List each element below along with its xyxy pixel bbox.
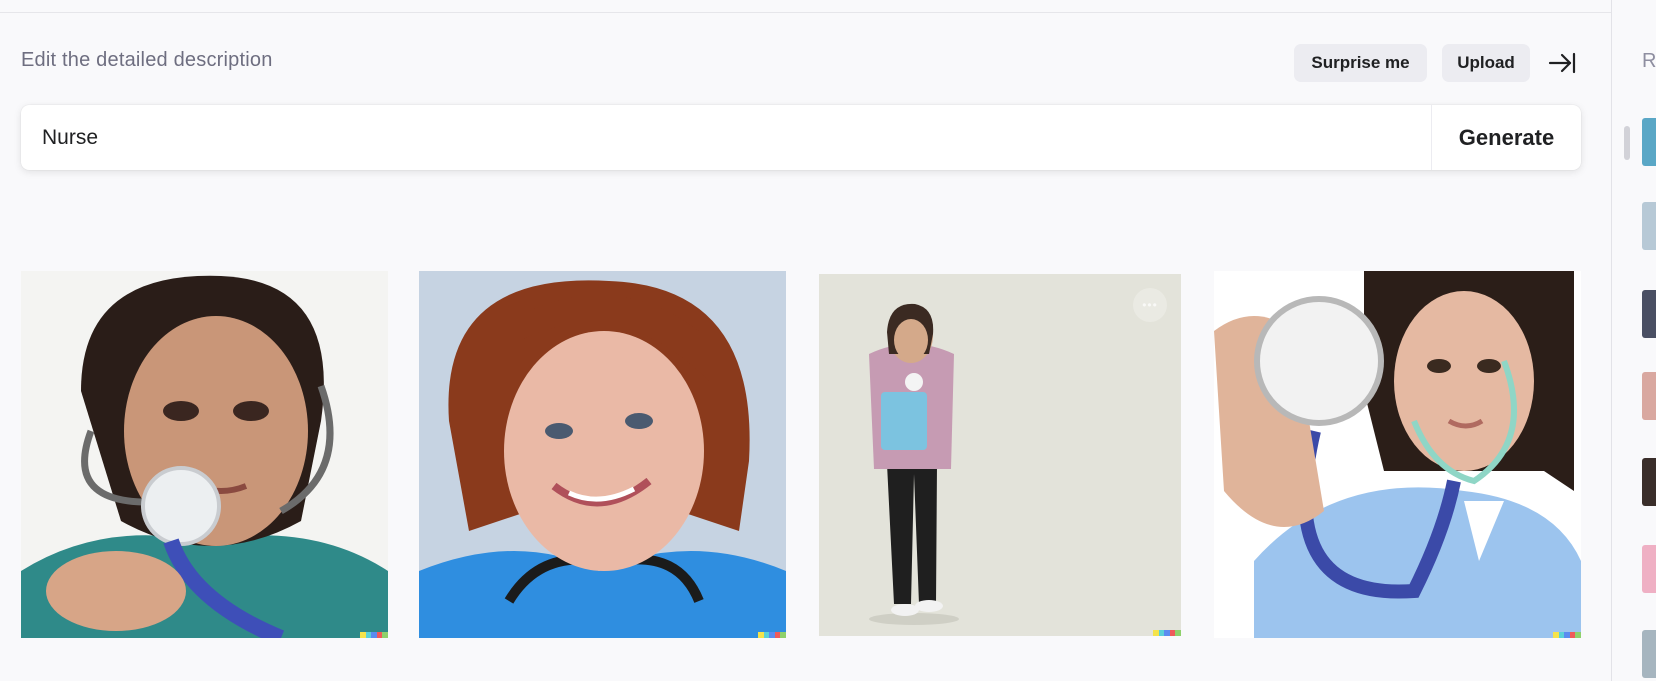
history-item[interactable] [1642, 290, 1656, 338]
prompt-label: Edit the detailed description [21, 49, 273, 71]
surprise-me-button[interactable]: Surprise me [1294, 44, 1427, 82]
collapse-panel-icon[interactable] [1548, 51, 1576, 75]
history-sidebar: R [1611, 0, 1656, 681]
signature-mark [758, 632, 786, 638]
history-item[interactable] [1642, 202, 1656, 250]
history-item[interactable] [1642, 545, 1656, 593]
main-panel: Edit the detailed description Surprise m… [0, 0, 1611, 681]
history-item[interactable] [1642, 630, 1656, 678]
signature-mark [1153, 630, 1181, 636]
more-options-icon[interactable]: ••• [1133, 288, 1167, 322]
result-image-1[interactable] [21, 271, 388, 638]
history-item[interactable] [1642, 458, 1656, 506]
signature-mark [360, 632, 388, 638]
result-image-4[interactable] [1214, 271, 1581, 638]
nurse-portrait-image [419, 271, 786, 638]
signature-mark [1553, 632, 1581, 638]
generate-button[interactable]: Generate [1432, 105, 1581, 170]
upload-button[interactable]: Upload [1442, 44, 1530, 82]
prompt-box: Generate [21, 105, 1581, 170]
sidebar-scrollbar[interactable] [1624, 126, 1630, 160]
history-item[interactable] [1642, 372, 1656, 420]
nurse-stethoscope-image [1214, 271, 1581, 638]
result-image-2[interactable] [419, 271, 786, 638]
history-title: R [1642, 50, 1656, 72]
nurse-portrait-image [21, 271, 388, 638]
history-item[interactable] [1642, 118, 1656, 166]
nurse-standing-image [819, 274, 1181, 636]
result-image-3[interactable]: ••• [819, 274, 1181, 636]
prompt-input[interactable] [21, 105, 1431, 170]
